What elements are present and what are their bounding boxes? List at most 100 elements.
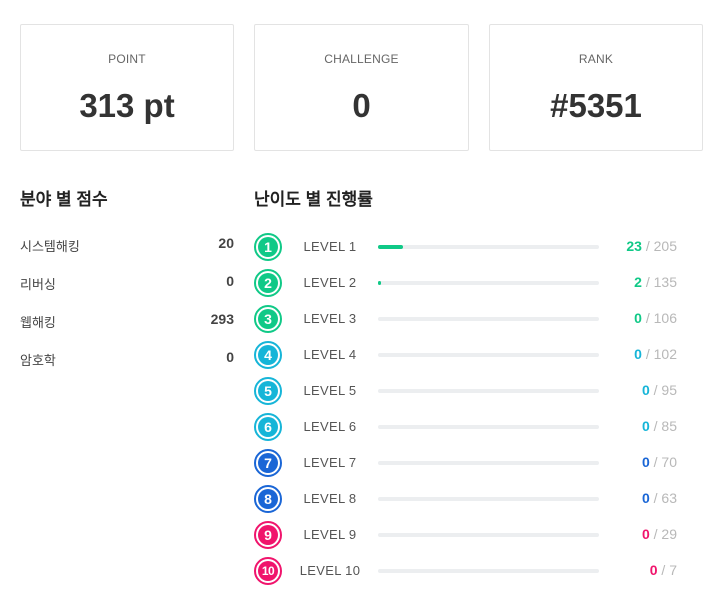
- level-label: LEVEL 9: [303, 527, 357, 542]
- field-score-row: 리버싱 0: [20, 272, 234, 292]
- field-score: 20: [218, 235, 234, 251]
- level-solved: 0: [641, 526, 650, 542]
- level-label: LEVEL 7: [303, 455, 357, 470]
- count-separator: /: [645, 274, 650, 290]
- level-solved: 0: [641, 382, 650, 398]
- level-count: 0 / 102: [634, 346, 677, 362]
- count-separator: /: [645, 238, 650, 254]
- field-score: 0: [226, 349, 234, 365]
- level-total: 106: [653, 310, 677, 326]
- level-badge-number: 8: [258, 489, 278, 509]
- level-badge-icon: 4: [254, 341, 282, 369]
- level-total: 85: [661, 418, 677, 434]
- level-badge-number: 1: [258, 237, 278, 257]
- level-label: LEVEL 6: [303, 419, 357, 434]
- level-row: 5 LEVEL 5 0 / 95: [254, 376, 703, 406]
- level-progress-bar: [378, 497, 599, 501]
- level-progress-bar: [378, 569, 599, 573]
- level-row: 4 LEVEL 4 0 / 102: [254, 340, 703, 370]
- level-row: 6 LEVEL 6 0 / 85: [254, 412, 703, 442]
- level-label: LEVEL 8: [303, 491, 357, 506]
- level-row: 7 LEVEL 7 0 / 70: [254, 448, 703, 478]
- level-badge-icon: 8: [254, 485, 282, 513]
- level-total: 102: [653, 346, 677, 362]
- level-badge-icon: 5: [254, 377, 282, 405]
- level-progress-bar: [378, 317, 599, 321]
- field-score: 0: [226, 273, 234, 289]
- level-progress-fill: [378, 281, 382, 285]
- level-total: 63: [661, 490, 677, 506]
- level-badge-icon: 7: [254, 449, 282, 477]
- field-name: 웹해킹: [20, 315, 56, 330]
- level-solved: 0: [634, 346, 642, 362]
- level-progress-bar: [378, 425, 599, 429]
- count-separator: /: [653, 382, 658, 398]
- level-count: 0 / 95: [642, 382, 677, 398]
- point-label: POINT: [108, 52, 146, 66]
- level-progress-bar: [378, 281, 599, 285]
- level-solved: 0: [641, 454, 650, 470]
- level-label: LEVEL 2: [303, 275, 357, 290]
- level-label: LEVEL 5: [303, 383, 357, 398]
- level-progress-bar: [378, 245, 599, 249]
- level-label: LEVEL 4: [303, 347, 357, 362]
- level-badge-icon: 3: [254, 305, 282, 333]
- level-row: 3 LEVEL 3 0 / 106: [254, 304, 703, 334]
- level-total: 135: [653, 274, 677, 290]
- level-badge-number: 6: [258, 417, 278, 437]
- level-progress-title: 난이도 별 진행률: [254, 190, 373, 209]
- level-badge-icon: 10: [254, 557, 282, 585]
- level-progress-bar: [378, 389, 599, 393]
- level-row: 1 LEVEL 1 23 / 205: [254, 232, 703, 262]
- level-total: 70: [661, 454, 677, 470]
- challenge-label: CHALLENGE: [324, 52, 399, 66]
- level-solved: 0: [634, 310, 642, 326]
- level-badge-number: 10: [258, 561, 278, 581]
- level-total: 7: [669, 562, 677, 578]
- level-badge-icon: 1: [254, 233, 282, 261]
- count-separator: /: [653, 454, 658, 470]
- count-separator: /: [661, 562, 666, 578]
- field-score-row: 웹해킹 293: [20, 310, 234, 330]
- level-label: LEVEL 3: [303, 311, 357, 326]
- level-badge-number: 2: [258, 273, 278, 293]
- level-progress-fill: [378, 245, 403, 249]
- level-progress-bar: [378, 461, 599, 465]
- level-row: 2 LEVEL 2 2 / 135: [254, 268, 703, 298]
- level-solved: 23: [626, 238, 642, 254]
- challenge-card: CHALLENGE 0: [254, 24, 469, 151]
- level-solved: 0: [641, 490, 650, 506]
- level-solved: 2: [634, 274, 642, 290]
- level-row: 9 LEVEL 9 0 / 29: [254, 520, 703, 550]
- level-badge-number: 4: [258, 345, 278, 365]
- level-row: 8 LEVEL 8 0 / 63: [254, 484, 703, 514]
- level-count: 0 / 29: [642, 526, 677, 542]
- level-count: 2 / 135: [634, 274, 677, 290]
- level-total: 205: [653, 238, 677, 254]
- rank-value: #5351: [550, 87, 642, 124]
- rank-card: RANK #5351: [489, 24, 703, 151]
- level-row: 10 LEVEL 10 0 / 7: [254, 556, 703, 586]
- point-value: 313 pt: [79, 87, 175, 124]
- level-solved: 0: [641, 418, 650, 434]
- point-card: POINT 313 pt: [20, 24, 234, 151]
- level-badge-number: 3: [258, 309, 278, 329]
- field-name: 암호학: [20, 353, 56, 368]
- level-badge-number: 7: [258, 453, 278, 473]
- field-score-row: 시스템해킹 20: [20, 234, 234, 254]
- level-count: 0 / 7: [650, 562, 677, 578]
- level-count: 0 / 70: [642, 454, 677, 470]
- level-badge-icon: 6: [254, 413, 282, 441]
- field-name: 시스템해킹: [20, 239, 80, 254]
- level-total: 29: [661, 526, 677, 542]
- count-separator: /: [653, 490, 658, 506]
- level-count: 0 / 85: [642, 418, 677, 434]
- level-label: LEVEL 1: [303, 239, 357, 254]
- level-total: 95: [661, 382, 677, 398]
- level-progress-bar: [378, 353, 599, 357]
- level-progress-bar: [378, 533, 599, 537]
- level-count: 23 / 205: [626, 238, 677, 254]
- field-score-row: 암호학 0: [20, 348, 234, 368]
- count-separator: /: [645, 346, 650, 362]
- level-label: LEVEL 10: [299, 563, 361, 578]
